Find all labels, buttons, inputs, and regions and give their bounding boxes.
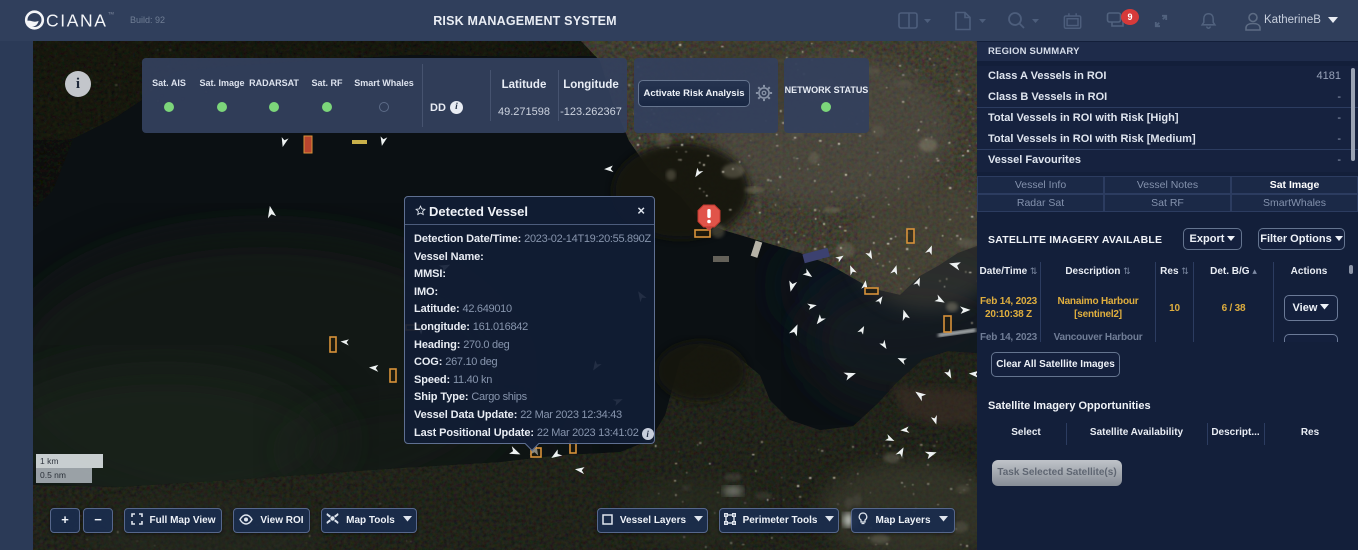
svg-text:CIANA: CIANA xyxy=(46,10,107,30)
svg-text:TM: TM xyxy=(108,11,114,16)
